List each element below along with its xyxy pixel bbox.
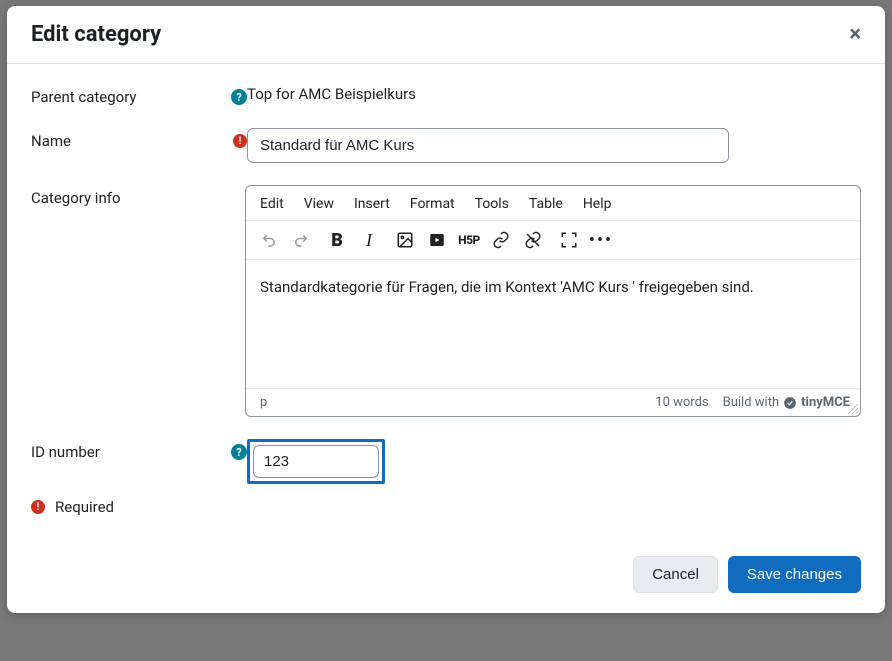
row-category-info: Category info Edit View Insert Format To… (31, 185, 861, 417)
field-col: Edit View Insert Format Tools Table Help (245, 185, 861, 417)
field-col: Top for AMC Beispielkurs (247, 84, 861, 103)
row-name: Name ! (31, 128, 861, 163)
editor-toolbar: B I H5P (246, 221, 860, 260)
menu-help[interactable]: Help (583, 196, 612, 212)
unlink-icon[interactable] (524, 231, 542, 249)
help-icon[interactable]: ? (231, 444, 247, 460)
id-number-label: ID number (31, 443, 223, 461)
label-col: Category info (31, 185, 245, 207)
menu-insert[interactable]: Insert (354, 196, 390, 212)
bold-icon[interactable]: B (328, 231, 346, 249)
rich-text-editor: Edit View Insert Format Tools Table Help (245, 185, 861, 417)
label-col: Name ! (31, 128, 247, 150)
editor-footer-right: 10 words Build with tinyMCE (655, 395, 850, 410)
editor-footer: p 10 words Build with tinyMCE (246, 388, 860, 416)
tool-group-media: H5P (396, 231, 542, 249)
modal-body: Parent category ? Top for AMC Beispielku… (7, 64, 885, 540)
parent-category-value: Top for AMC Beispielkurs (247, 85, 416, 103)
word-count[interactable]: 10 words (655, 395, 708, 410)
menu-view[interactable]: View (304, 196, 334, 212)
field-col (247, 439, 861, 484)
id-number-input[interactable] (253, 445, 379, 478)
tool-group-history (260, 231, 310, 249)
row-id-number: ID number ? (31, 439, 861, 484)
menu-edit[interactable]: Edit (260, 196, 284, 212)
h5p-icon[interactable]: H5P (460, 231, 478, 249)
label-col: Parent category ? (31, 84, 247, 106)
name-input[interactable] (247, 128, 729, 163)
video-icon[interactable] (428, 231, 446, 249)
editor-path[interactable]: p (260, 395, 267, 410)
category-info-label: Category info (31, 189, 245, 207)
required-note: ! Required (31, 498, 861, 516)
redo-icon[interactable] (292, 231, 310, 249)
required-icon: ! (233, 134, 247, 148)
menu-tools[interactable]: Tools (475, 196, 509, 212)
link-icon[interactable] (492, 231, 510, 249)
parent-category-label: Parent category (31, 88, 223, 106)
editor-menubar: Edit View Insert Format Tools Table Help (246, 186, 860, 221)
italic-icon[interactable]: I (360, 231, 378, 249)
menu-format[interactable]: Format (410, 196, 455, 212)
modal-footer: Cancel Save changes (7, 540, 885, 613)
name-label: Name (31, 132, 225, 150)
close-button[interactable]: × (849, 24, 861, 46)
tinymce-branding[interactable]: Build with tinyMCE (723, 395, 850, 410)
modal-header: Edit category × (7, 6, 885, 64)
help-icon[interactable]: ? (231, 89, 247, 105)
label-col: ID number ? (31, 439, 247, 461)
edit-category-modal: Edit category × Parent category ? Top fo… (7, 6, 885, 613)
required-note-text: Required (55, 498, 114, 516)
row-parent-category: Parent category ? Top for AMC Beispielku… (31, 84, 861, 106)
menu-table[interactable]: Table (529, 196, 563, 212)
more-icon[interactable]: ••• (592, 231, 610, 249)
field-col (247, 128, 861, 163)
modal-title: Edit category (31, 22, 161, 47)
save-changes-button[interactable]: Save changes (728, 556, 861, 593)
image-icon[interactable] (396, 231, 414, 249)
undo-icon[interactable] (260, 231, 278, 249)
resize-handle-icon[interactable] (848, 404, 858, 414)
fullscreen-icon[interactable] (560, 231, 578, 249)
id-number-highlight (247, 439, 385, 484)
editor-content-area[interactable]: Standardkategorie für Fragen, die im Kon… (246, 260, 860, 388)
tool-group-view: ••• (560, 231, 610, 249)
required-icon: ! (31, 500, 45, 514)
cancel-button[interactable]: Cancel (633, 556, 718, 593)
tool-group-format: B I (328, 231, 378, 249)
